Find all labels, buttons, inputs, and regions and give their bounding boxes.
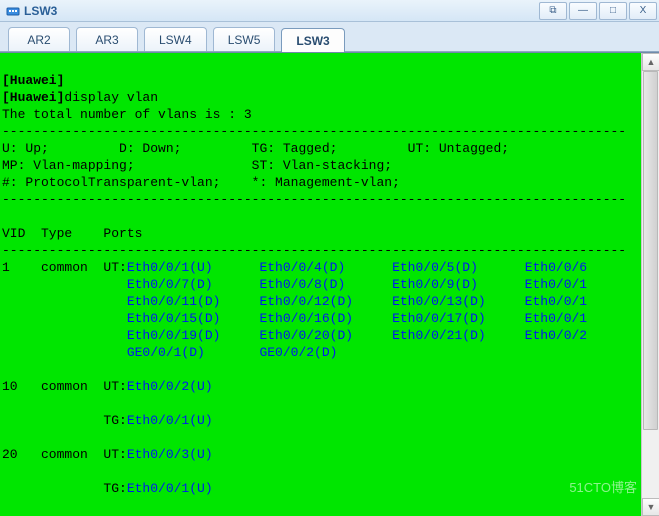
table-header: VID Type Ports xyxy=(2,226,142,241)
port-list: Eth0/0/2(U) xyxy=(127,379,213,394)
command-text: display vlan xyxy=(64,90,158,105)
maximize-button[interactable]: □ xyxy=(599,2,627,20)
divider: ----------------------------------------… xyxy=(2,192,626,207)
legend-line: #: ProtocolTransparent-vlan; *: Manageme… xyxy=(2,175,400,190)
scroll-thumb[interactable] xyxy=(643,71,658,430)
tab-ar2[interactable]: AR2 xyxy=(8,27,70,51)
tab-lsw3[interactable]: LSW3 xyxy=(281,28,344,52)
vlan-row: 1 common UT: xyxy=(2,260,127,275)
tab-label: LSW5 xyxy=(228,33,261,47)
vlan-row: TG: xyxy=(2,413,127,428)
terminal-output[interactable]: [Huawei] [Huawei]display vlan The total … xyxy=(0,53,641,516)
minimize-button[interactable]: — xyxy=(569,2,597,20)
tab-label: AR3 xyxy=(95,33,118,47)
divider: ----------------------------------------… xyxy=(2,124,626,139)
output-line: The total number of vlans is : 3 xyxy=(2,107,252,122)
tab-label: AR2 xyxy=(27,33,50,47)
scroll-track[interactable] xyxy=(642,71,659,498)
prompt: [Huawei] xyxy=(2,73,64,88)
prompt: [Huawei] xyxy=(2,90,64,105)
close-button[interactable]: X xyxy=(629,2,657,20)
titlebar: LSW3 ⧉ — □ X xyxy=(0,0,659,22)
app-icon xyxy=(6,4,20,18)
scroll-up-button[interactable]: ▲ xyxy=(642,53,659,71)
divider: ----------------------------------------… xyxy=(2,243,626,258)
window-title: LSW3 xyxy=(24,4,57,18)
vlan-row: TG: xyxy=(2,481,127,496)
tab-label: LSW4 xyxy=(159,33,192,47)
vlan-row: 20 common UT: xyxy=(2,447,127,462)
tab-label: LSW3 xyxy=(296,34,329,48)
tabbar: AR2 AR3 LSW4 LSW5 LSW3 xyxy=(0,22,659,52)
tab-lsw4[interactable]: LSW4 xyxy=(144,27,207,51)
vlan-row: 10 common UT: xyxy=(2,379,127,394)
port-list: Eth0/0/19(D) Eth0/0/20(D) Eth0/0/21(D) E… xyxy=(2,328,587,343)
tab-lsw5[interactable]: LSW5 xyxy=(213,27,276,51)
port-list: Eth0/0/1(U) xyxy=(127,413,213,428)
port-list: Eth0/0/1(U) Eth0/0/4(D) Eth0/0/5(D) Eth0… xyxy=(127,260,587,275)
legend-line: MP: Vlan-mapping; ST: Vlan-stacking; xyxy=(2,158,392,173)
window-controls: ⧉ — □ X xyxy=(537,2,657,20)
port-list: GE0/0/1(D) GE0/0/2(D) xyxy=(2,345,337,360)
popout-button[interactable]: ⧉ xyxy=(539,2,567,20)
port-list: Eth0/0/15(D) Eth0/0/16(D) Eth0/0/17(D) E… xyxy=(2,311,587,326)
scroll-down-button[interactable]: ▼ xyxy=(642,498,659,516)
port-list: Eth0/0/11(D) Eth0/0/12(D) Eth0/0/13(D) E… xyxy=(2,294,587,309)
tab-ar3[interactable]: AR3 xyxy=(76,27,138,51)
port-list: Eth0/0/3(U) xyxy=(127,447,213,462)
titlebar-left: LSW3 xyxy=(6,4,57,18)
legend-line: U: Up; D: Down; TG: Tagged; UT: Untagged… xyxy=(2,141,509,156)
terminal-pane: [Huawei] [Huawei]display vlan The total … xyxy=(0,52,659,516)
port-list: Eth0/0/1(U) xyxy=(127,481,213,496)
scrollbar[interactable]: ▲ ▼ xyxy=(641,53,659,516)
port-list: Eth0/0/7(D) Eth0/0/8(D) Eth0/0/9(D) Eth0… xyxy=(2,277,587,292)
